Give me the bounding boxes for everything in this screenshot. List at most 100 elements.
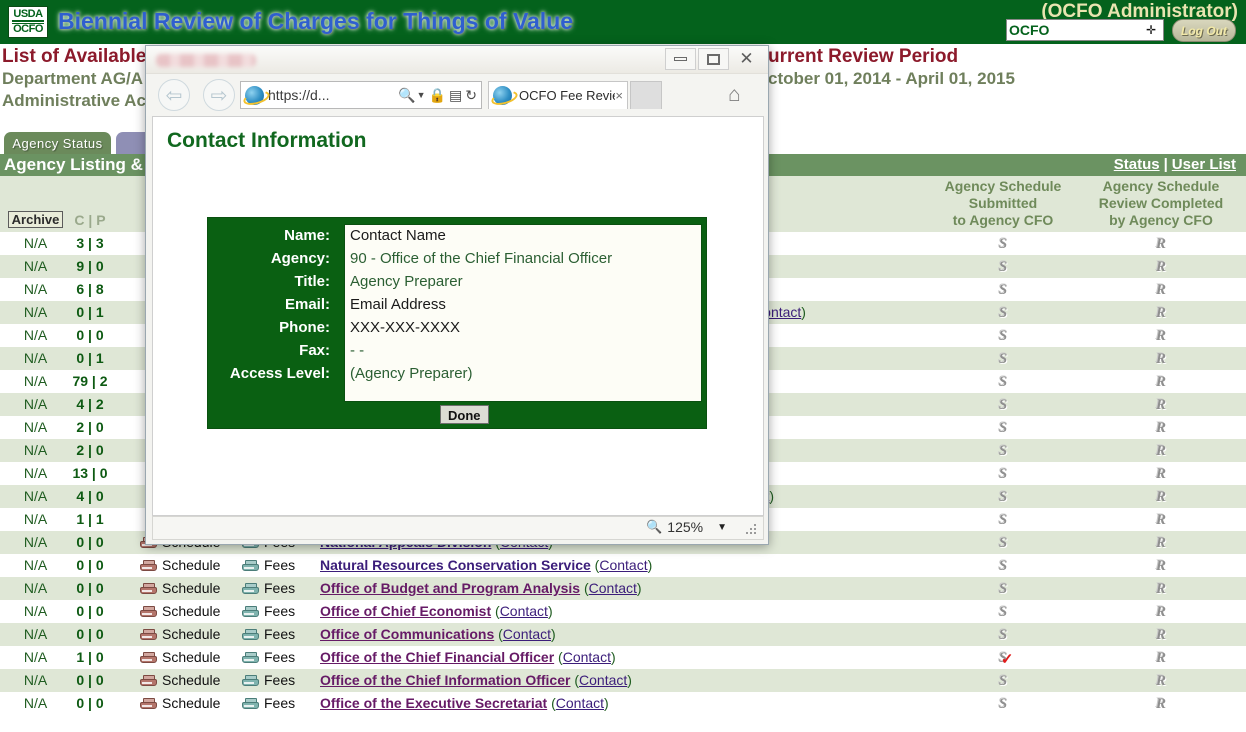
cell-schedule-submitted[interactable]: S ✓ — [928, 646, 1078, 670]
cell-review-completed[interactable]: R — [1085, 370, 1237, 394]
cell-schedule-submitted[interactable]: S — [928, 278, 1078, 302]
schedule-link[interactable]: Schedule — [140, 554, 236, 577]
refresh-icon[interactable]: ↻ — [465, 87, 477, 104]
cell-review-completed[interactable]: R — [1085, 301, 1237, 325]
contact-link[interactable]: Contact — [503, 626, 551, 642]
cell-schedule-submitted[interactable]: S — [928, 508, 1078, 532]
schedule-link[interactable]: Schedule — [140, 600, 236, 623]
cell-review-completed[interactable]: R — [1085, 232, 1237, 256]
agency-name-link[interactable]: Natural Resources Conservation Service — [320, 557, 591, 573]
address-bar[interactable]: https://d... 🔍 ▼ 🔒 ▤ ↻ — [240, 81, 482, 109]
cell-review-completed[interactable]: R — [1085, 416, 1237, 440]
agency-name-link[interactable]: Office of Budget and Program Analysis — [320, 580, 580, 596]
cell-schedule-submitted[interactable]: S — [928, 623, 1078, 647]
cell-schedule-submitted[interactable]: S — [928, 554, 1078, 578]
cell-review-completed[interactable]: R — [1085, 692, 1237, 716]
column-header-archive[interactable]: Archive — [8, 211, 63, 228]
cell-review-completed[interactable]: R — [1085, 600, 1237, 624]
cell-review-completed[interactable]: R — [1085, 531, 1237, 555]
fees-link[interactable]: Fees — [242, 600, 314, 623]
cell-review-completed[interactable]: R — [1085, 347, 1237, 371]
fees-link[interactable]: Fees — [242, 646, 314, 669]
maximize-button[interactable] — [698, 48, 729, 70]
forward-button[interactable]: ⇨ — [203, 79, 235, 111]
cell-review-completed[interactable]: R — [1085, 485, 1237, 509]
cell-review-completed[interactable]: R — [1085, 646, 1237, 670]
schedule-link[interactable]: Schedule — [140, 692, 236, 715]
agency-name-link[interactable]: Office of the Chief Information Officer — [320, 672, 570, 688]
chevron-down-icon[interactable]: ▼ — [417, 90, 426, 100]
tab-agency-status[interactable]: Agency Status — [4, 132, 111, 154]
resize-grip[interactable] — [745, 524, 757, 536]
cell-schedule-submitted[interactable]: S — [928, 462, 1078, 486]
cell-review-completed[interactable]: R — [1085, 462, 1237, 486]
cell-schedule-submitted[interactable]: S — [928, 301, 1078, 325]
back-button[interactable]: ⇦ — [158, 79, 190, 111]
contact-link[interactable]: Contact — [563, 649, 611, 665]
cell-schedule-submitted[interactable]: S — [928, 370, 1078, 394]
cell-review-completed[interactable]: R — [1085, 577, 1237, 601]
cell-review-completed[interactable]: R — [1085, 255, 1237, 279]
cell-schedule-submitted[interactable]: S — [928, 600, 1078, 624]
browser-tab[interactable]: OCFO Fee Review - ... × — [488, 81, 628, 109]
zoom-control[interactable]: 🔍 125% ▼ — [646, 519, 727, 535]
cell-review-completed[interactable]: R — [1085, 278, 1237, 302]
cell-review-completed[interactable]: R — [1085, 508, 1237, 532]
cell-schedule-submitted[interactable]: S — [928, 324, 1078, 348]
cell-schedule-submitted[interactable]: S — [928, 393, 1078, 417]
contact-link[interactable]: Contact — [589, 580, 637, 596]
fees-link[interactable]: Fees — [242, 623, 314, 646]
cell-agency: Office of Communications (Contact) — [320, 623, 556, 646]
contact-link[interactable]: Contact — [599, 557, 647, 573]
contact-link[interactable]: Contact — [500, 603, 548, 619]
status-link[interactable]: Status — [1114, 156, 1160, 173]
agency-name-link[interactable]: Office of the Executive Secretariat — [320, 695, 547, 711]
cell-schedule-submitted[interactable]: S — [928, 347, 1078, 371]
cell-review-completed[interactable]: R — [1085, 623, 1237, 647]
schedule-link[interactable]: Schedule — [140, 646, 236, 669]
submitted-status-icon: S — [998, 627, 1008, 643]
minimize-button[interactable] — [665, 48, 696, 70]
logout-button[interactable]: Log Out — [1172, 19, 1236, 42]
fees-link[interactable]: Fees — [242, 669, 314, 692]
fees-link[interactable]: Fees — [242, 577, 314, 600]
cell-schedule-submitted[interactable]: S — [928, 577, 1078, 601]
table-row: N/A 0 | 0 Schedule Fees Natural Resources Co… — [0, 554, 1246, 577]
close-button[interactable]: ✕ — [731, 48, 762, 70]
cell-schedule-submitted[interactable]: S — [928, 255, 1078, 279]
compatibility-view-icon[interactable]: ▤ — [449, 87, 462, 104]
fees-link[interactable]: Fees — [242, 554, 314, 577]
cell-schedule-submitted[interactable]: S — [928, 692, 1078, 716]
agency-name-link[interactable]: Office of the Chief Financial Officer — [320, 649, 554, 665]
cell-schedule-submitted[interactable]: S — [928, 531, 1078, 555]
new-tab-button[interactable] — [630, 81, 662, 109]
submitted-status-icon: S — [998, 420, 1008, 436]
popup-title-bar[interactable]: ✕ — [146, 46, 768, 74]
cell-review-completed[interactable]: R — [1085, 439, 1237, 463]
cell-review-completed[interactable]: R — [1085, 324, 1237, 348]
agency-select[interactable]: OCFO — [1006, 19, 1164, 41]
done-button[interactable]: Done — [440, 405, 489, 424]
schedule-link[interactable]: Schedule — [140, 623, 236, 646]
home-icon[interactable]: ⌂ — [728, 83, 741, 107]
search-icon[interactable]: 🔍 — [398, 87, 415, 104]
agency-name-link[interactable]: Office of Communications — [320, 626, 494, 642]
cell-review-completed[interactable]: R — [1085, 393, 1237, 417]
zoom-chevron-down-icon[interactable]: ▼ — [717, 522, 727, 533]
cell-schedule-submitted[interactable]: S — [928, 669, 1078, 693]
agency-name-link[interactable]: Office of Chief Economist — [320, 603, 491, 619]
contact-link[interactable]: Contact — [556, 695, 604, 711]
schedule-link[interactable]: Schedule — [140, 669, 236, 692]
cell-schedule-submitted[interactable]: S — [928, 232, 1078, 256]
cell-review-completed[interactable]: R — [1085, 554, 1237, 578]
tab-close-icon[interactable]: × — [615, 88, 623, 103]
cell-schedule-submitted[interactable]: S — [928, 416, 1078, 440]
schedule-link[interactable]: Schedule — [140, 577, 236, 600]
review-period-title: urrent Review Period — [768, 46, 959, 67]
contact-link[interactable]: Contact — [579, 672, 627, 688]
cell-schedule-submitted[interactable]: S — [928, 485, 1078, 509]
cell-schedule-submitted[interactable]: S — [928, 439, 1078, 463]
user-list-link[interactable]: User List — [1172, 156, 1236, 173]
fees-link[interactable]: Fees — [242, 692, 314, 715]
cell-review-completed[interactable]: R — [1085, 669, 1237, 693]
